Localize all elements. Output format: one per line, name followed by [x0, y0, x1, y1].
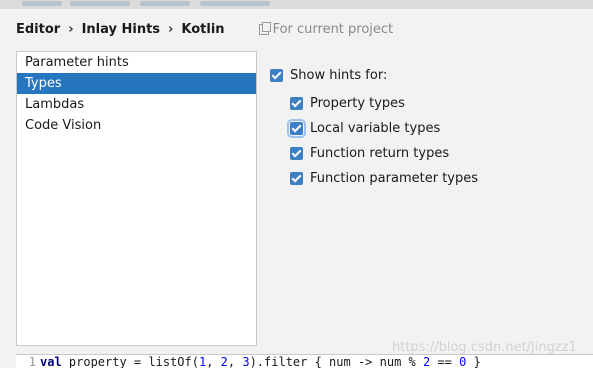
function-parameter-types-checkbox[interactable]: [290, 172, 303, 185]
property-types-option[interactable]: Property types: [290, 96, 405, 111]
code-preview-editor[interactable]: 1 val property = listOf(1, 2, 3).filter {…: [16, 354, 593, 368]
code-text: ,: [206, 355, 221, 368]
local-variable-types-label: Local variable types: [310, 121, 441, 136]
breadcrumb-editor[interactable]: Editor: [16, 22, 60, 37]
watermark: https://blog.csdn.net/jingzz1: [392, 340, 577, 355]
show-hints-checkbox[interactable]: [270, 69, 283, 82]
code-keyword: val: [40, 355, 62, 368]
code-text: ==: [430, 355, 460, 368]
breadcrumb-separator: ›: [68, 21, 74, 37]
line-number: 1: [28, 355, 36, 368]
code-number: 3: [242, 355, 250, 368]
function-parameter-types-label: Function parameter types: [310, 171, 479, 186]
show-hints-label: Show hints for:: [290, 68, 388, 83]
list-item-code-vision[interactable]: Code Vision: [17, 115, 256, 136]
hints-category-list[interactable]: Parameter hints Types Lambdas Code Visio…: [16, 51, 257, 346]
breadcrumb: Editor › Inlay Hints › Kotlin For curren…: [16, 20, 393, 38]
copy-icon: [258, 21, 271, 35]
property-types-label: Property types: [310, 96, 405, 111]
code-number: 2: [220, 355, 228, 368]
blurred-tab: [70, 1, 130, 6]
code-text: }: [466, 355, 481, 368]
function-parameter-types-option[interactable]: Function parameter types: [290, 171, 478, 186]
breadcrumb-kotlin: Kotlin: [181, 21, 225, 37]
blurred-tab: [140, 1, 190, 6]
scope-label: For current project: [272, 21, 394, 37]
local-variable-types-option[interactable]: Local variable types: [287, 119, 441, 138]
function-return-types-label: Function return types: [310, 146, 450, 161]
list-item-lambdas[interactable]: Lambdas: [17, 94, 256, 115]
code-text: ,: [227, 355, 243, 368]
breadcrumb-inlay-hints[interactable]: Inlay Hints: [82, 22, 160, 37]
property-types-checkbox[interactable]: [290, 97, 303, 110]
code-text: ).filter { num -> num %: [249, 355, 423, 368]
blurred-tab: [200, 1, 270, 6]
local-variable-types-checkbox[interactable]: [287, 119, 306, 138]
window-top-strip: [0, 0, 593, 9]
code-text: property = listOf(: [61, 355, 199, 368]
list-item-parameter-hints[interactable]: Parameter hints: [17, 52, 256, 73]
function-return-types-option[interactable]: Function return types: [290, 146, 449, 161]
show-hints-option[interactable]: Show hints for:: [270, 68, 387, 83]
scope-indicator: For current project: [258, 21, 394, 37]
breadcrumb-separator: ›: [168, 21, 174, 37]
list-item-types[interactable]: Types: [17, 73, 256, 94]
function-return-types-checkbox[interactable]: [290, 147, 303, 160]
blurred-tab: [22, 1, 62, 6]
